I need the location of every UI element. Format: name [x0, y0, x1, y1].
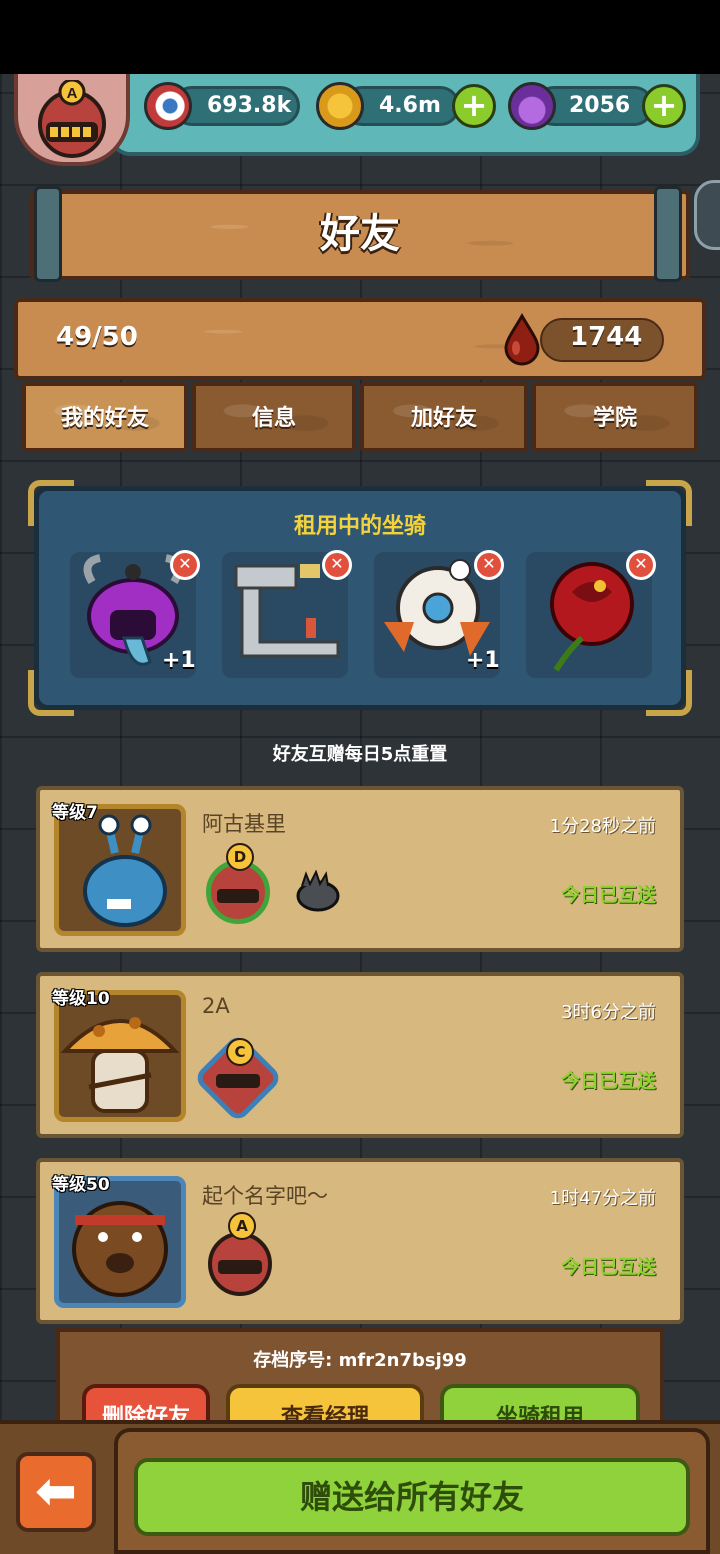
mushroom-avatar-icon — [60, 1017, 180, 1113]
friend-gift-status: 今日已互送 — [560, 1256, 656, 1278]
tab-academy[interactable]: 学院 — [532, 382, 698, 452]
potion-icon — [508, 82, 556, 130]
back-arrow-icon: ⬅ — [35, 1462, 77, 1520]
friend-avatar — [54, 804, 186, 936]
spiky-pet-icon — [296, 870, 340, 912]
blood-value: 1744 — [570, 322, 643, 352]
coin-icon — [316, 82, 364, 130]
bear-avatar-icon — [72, 1201, 168, 1297]
back-button[interactable]: ⬅ — [16, 1452, 96, 1532]
friend-level: 等级10 — [52, 989, 110, 1009]
friend-name: 起个名字吧～ — [202, 1184, 328, 1208]
badge-teeth — [218, 1260, 262, 1274]
add-potions-button[interactable]: + — [642, 84, 686, 128]
friend-name: 阿古基里 — [202, 812, 286, 836]
remove-mount-2-button[interactable]: ✕ — [322, 550, 352, 580]
friend-avatar — [54, 1176, 186, 1308]
gift-all-friends-label: 赠送给所有好友 — [299, 1478, 524, 1516]
friend-avatar — [54, 990, 186, 1122]
friend-rank-letter: C — [226, 1038, 254, 1066]
potion-value: 2056 — [569, 93, 631, 118]
friend-last-seen: 3时6分之前 — [561, 1002, 656, 1023]
player-rank-letter: A — [67, 85, 78, 102]
friend-count: 49/50 — [56, 322, 138, 352]
friend-last-seen: 1分28秒之前 — [549, 816, 656, 837]
friend-level: 等级7 — [52, 803, 98, 823]
remove-mount-4-button[interactable]: ✕ — [626, 550, 656, 580]
remove-mount-3-button[interactable]: ✕ — [474, 550, 504, 580]
badge-teeth — [217, 889, 259, 903]
panel-corner — [28, 670, 74, 716]
tab-add-friend-label: 加好友 — [410, 406, 477, 431]
panel-corner — [646, 670, 692, 716]
remove-mount-1-button[interactable]: ✕ — [170, 550, 200, 580]
gift-all-friends-button[interactable]: 赠送给所有好友 — [134, 1458, 690, 1536]
status-bar — [0, 0, 720, 74]
page-title: 好友 — [320, 211, 400, 257]
blood-drop-icon — [504, 312, 540, 366]
tab-add-friend[interactable]: 加好友 — [360, 382, 528, 452]
friend-last-seen: 1时47分之前 — [549, 1188, 656, 1209]
friend-gift-status: 今日已互送 — [560, 884, 656, 906]
friend-rank-letter: D — [226, 843, 254, 871]
friend-rank-letter: A — [228, 1212, 256, 1240]
mount-3-bonus: +1 — [466, 648, 500, 673]
player-rank-badge-icon: A — [38, 80, 106, 158]
tab-my-friends[interactable]: 我的好友 — [22, 382, 188, 452]
tab-messages-label: 信息 — [251, 406, 296, 431]
eyeball-icon — [144, 82, 192, 130]
friend-name: 2A — [202, 994, 230, 1018]
save-number: 存档序号: mfr2n7bsj99 — [253, 1350, 467, 1371]
badge-teeth — [216, 1074, 260, 1088]
tab-my-friends-label: 我的好友 — [60, 406, 149, 431]
rented-mounts-title: 租用中的坐骑 — [293, 514, 426, 539]
blue-slug-avatar-icon — [83, 814, 167, 927]
tab-messages[interactable]: 信息 — [192, 382, 356, 452]
friend-rank-badge-icon: A — [208, 1212, 272, 1296]
friend-rank-badge-icon: D — [206, 843, 270, 924]
friend-level: 等级50 — [52, 1175, 110, 1195]
coin-value: 4.6m — [379, 93, 441, 118]
add-coins-button[interactable]: + — [452, 84, 496, 128]
daily-reset-note: 好友互赠每日5点重置 — [272, 744, 448, 765]
tab-academy-label: 学院 — [592, 406, 637, 431]
friend-gift-status: 今日已互送 — [560, 1070, 656, 1092]
mount-1-bonus: +1 — [162, 648, 196, 673]
eyeball-value: 693.8k — [207, 93, 292, 118]
